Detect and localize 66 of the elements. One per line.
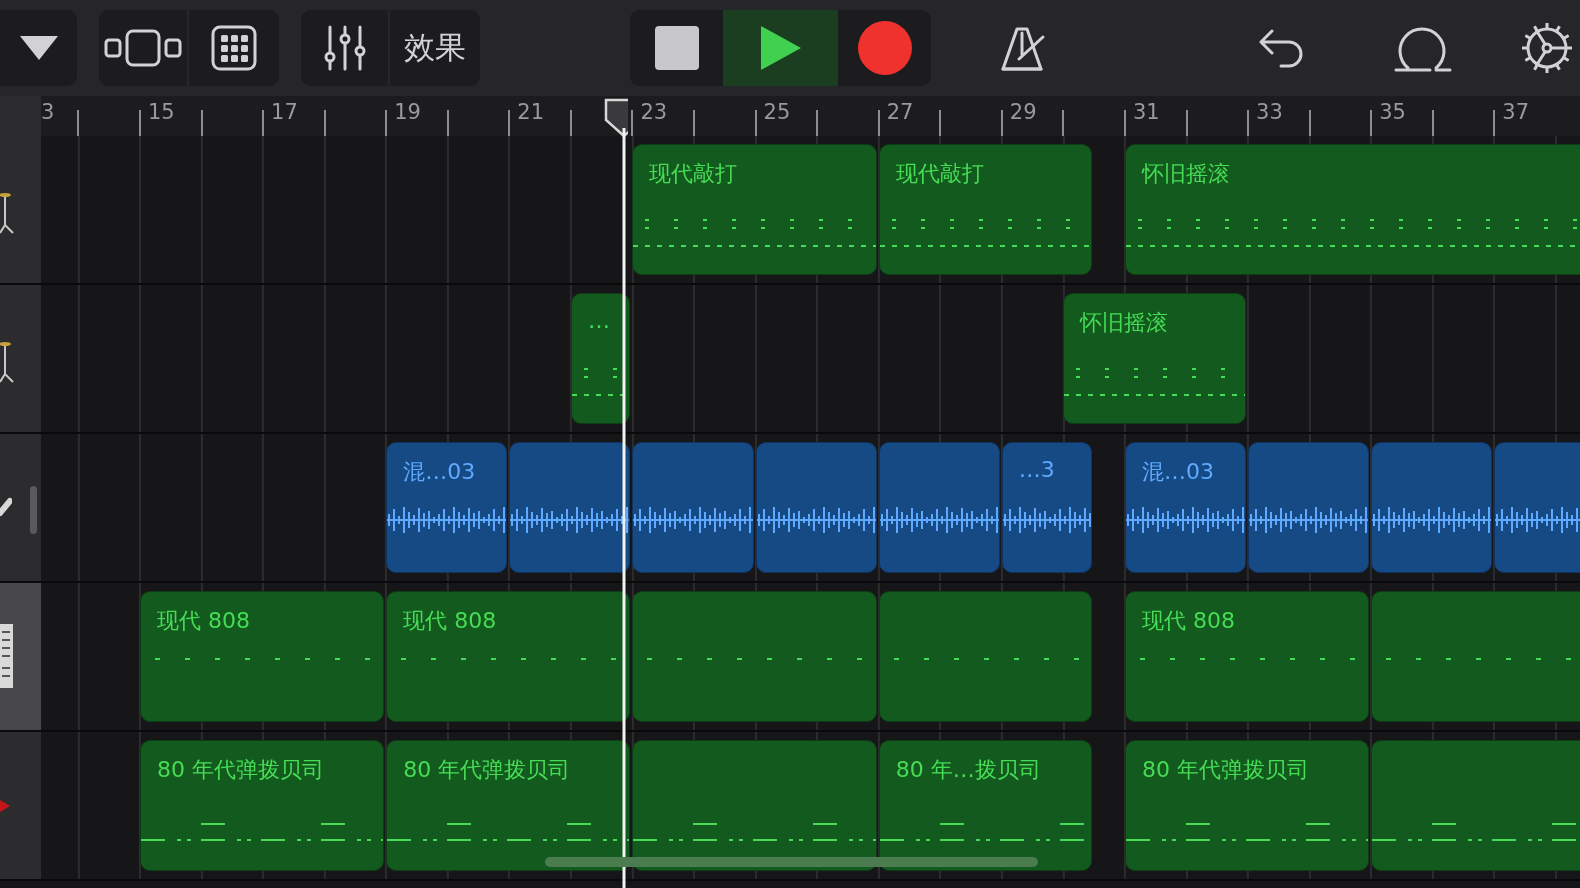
midi-region[interactable]: 80 年…拨贝司 [878, 740, 1093, 871]
bar-number: 35 [1379, 100, 1406, 124]
midi-region[interactable]: 80 年代弹拨贝司 [1124, 740, 1370, 871]
region-name: …3 [1018, 457, 1055, 482]
region-name: 混…03 [403, 458, 476, 486]
settings-icon [1520, 21, 1574, 75]
midi-region[interactable]: 80 年代弹拨贝司 [140, 740, 385, 871]
midi-region[interactable]: 怀旧摇滚 [1063, 293, 1247, 424]
bar-number: 33 [1256, 100, 1283, 124]
play-button[interactable] [723, 10, 838, 86]
timeline-ruler[interactable]: 3 15 17 19 21 23 25 27 29 31 33 35 37 [41, 96, 1580, 136]
audio-region[interactable] [755, 442, 877, 573]
drum-machine-icon [0, 623, 14, 690]
midi-region[interactable]: 现代敲打 [632, 144, 877, 275]
track-header[interactable] [0, 583, 41, 730]
region-name: 现代敲打 [895, 160, 984, 188]
audio-region[interactable] [632, 442, 754, 573]
region-name: 现代 808 [403, 607, 497, 635]
bar-number: 37 [1502, 100, 1530, 124]
bar-number: 25 [763, 100, 791, 124]
bar-number: 27 [886, 100, 914, 124]
stop-icon [654, 26, 699, 70]
bar-number: 15 [148, 100, 175, 124]
midi-region[interactable]: … [570, 293, 631, 424]
audio-region[interactable] [509, 442, 631, 573]
bar-number: 19 [394, 100, 421, 124]
track-header[interactable] [0, 732, 41, 879]
region-name: 80 年代弹拨贝司 [403, 756, 571, 784]
triangle-icon [18, 35, 59, 61]
bar-number: 31 [1132, 100, 1160, 124]
bar-number: 21 [517, 100, 545, 124]
region-name: … [587, 308, 610, 333]
bar-number: 3 [41, 100, 55, 124]
dropdown-button[interactable] [0, 10, 77, 86]
track-header[interactable] [0, 285, 41, 432]
tracks-view-icon [103, 28, 183, 68]
bar-number: 29 [1009, 100, 1037, 124]
region-name: 现代 808 [157, 607, 250, 635]
audio-region[interactable] [878, 442, 1000, 573]
midi-region[interactable]: 现代敲打 [878, 144, 1093, 275]
play-icon [760, 26, 801, 70]
audio-region[interactable]: 混…03 [1124, 442, 1247, 573]
record-icon [857, 21, 912, 75]
midi-region[interactable]: 现代 808 [1124, 591, 1370, 722]
slider-handle[interactable] [30, 486, 37, 534]
region-name: 80 年…拨贝司 [895, 756, 1041, 784]
grid-icon [211, 25, 257, 71]
region-name: 80 年代弹拨贝司 [157, 756, 324, 784]
bar-number: 17 [271, 100, 298, 124]
region-name: 怀旧摇滚 [1141, 160, 1230, 188]
audio-region[interactable]: …3 [1001, 442, 1093, 573]
region-name: 现代 808 [1141, 607, 1235, 635]
midi-region[interactable]: 80 年代弹拨贝司 [386, 740, 631, 871]
audio-region[interactable]: 混…03 [386, 442, 508, 573]
audio-region[interactable] [1371, 442, 1493, 573]
region-name: 现代敲打 [649, 160, 738, 188]
track-header[interactable] [0, 434, 41, 581]
region-name: 混…03 [1141, 458, 1214, 486]
bar-number: 23 [640, 100, 668, 124]
region-name: 怀旧摇滚 [1080, 309, 1169, 337]
audio-region[interactable] [1248, 442, 1370, 573]
midi-region[interactable]: 怀旧摇滚 [1124, 144, 1580, 275]
region-name: 80 年代弹拨贝司 [1141, 756, 1309, 784]
midi-region[interactable]: 现代 808 [386, 591, 631, 722]
midi-region[interactable] [632, 740, 877, 871]
midi-region[interactable]: 现代 808 [140, 591, 385, 722]
